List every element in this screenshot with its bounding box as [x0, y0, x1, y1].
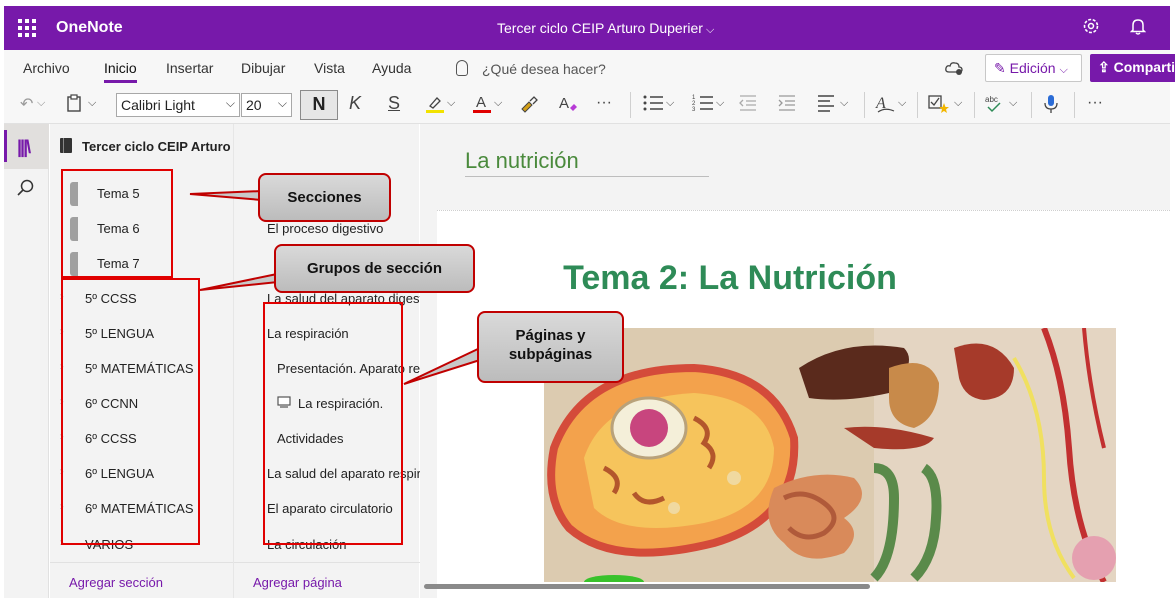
notebooks-rail-button[interactable]: |||\ — [4, 124, 49, 169]
bullet-list-icon[interactable] — [642, 94, 664, 117]
toolbar-divider — [864, 92, 865, 118]
app-launcher-icon[interactable] — [18, 19, 36, 37]
toolbar-divider — [974, 92, 975, 118]
horizontal-scrollbar[interactable] — [424, 584, 870, 589]
dictate-microphone-icon[interactable] — [1043, 94, 1059, 119]
svg-text:3: 3 — [692, 107, 696, 112]
sections-highlight-box — [61, 169, 173, 278]
spelling-check-icon[interactable]: abc — [984, 94, 1006, 119]
tab-vista[interactable]: Vista — [314, 60, 345, 76]
sections-callout: Secciones — [258, 173, 391, 222]
format-painter-icon[interactable] — [519, 94, 539, 119]
editing-mode-label: Edición — [1009, 60, 1056, 76]
font-size-value: 20 — [246, 97, 262, 113]
font-color-icon[interactable]: A — [471, 94, 493, 119]
share-button[interactable]: ⇪ Compartir — [1090, 54, 1175, 82]
styles-chevron-icon[interactable]: ⌵ — [898, 97, 906, 110]
slide-heading: Tema 2: La Nutrición — [563, 259, 897, 297]
svg-text:A: A — [559, 95, 569, 112]
bullet-list-chevron-icon[interactable]: ⌵ — [666, 97, 674, 110]
title-underline — [465, 176, 709, 177]
ribbon-tabs: Archivo Inicio Insertar Dibujar Vista Ay… — [4, 50, 1175, 86]
editing-mode-button[interactable]: ✎ Edición ⌵ — [985, 54, 1082, 82]
share-icon: ⇪ — [1098, 59, 1110, 75]
spelling-chevron-icon[interactable]: ⌵ — [1009, 97, 1017, 110]
svg-text:abc: abc — [985, 95, 998, 104]
note-canvas[interactable]: Tema 2: La Nutrición — [437, 210, 1170, 598]
svg-text:A: A — [476, 94, 486, 111]
font-color-dropdown-chevron-icon[interactable]: ⌵ — [494, 97, 502, 110]
active-indicator — [4, 130, 7, 162]
numbered-list-chevron-icon[interactable]: ⌵ — [716, 97, 724, 110]
tags-icon[interactable] — [928, 94, 950, 119]
digestive-system-illustration — [544, 328, 1116, 582]
chevron-down-icon: ⌵ — [705, 24, 715, 36]
notifications-bell-icon[interactable] — [1129, 17, 1147, 40]
paste-dropdown-chevron-icon[interactable]: ⌵ — [88, 97, 96, 110]
pages-highlight-box — [263, 302, 403, 545]
numbered-list-icon[interactable]: 123 — [692, 94, 714, 117]
search-icon[interactable] — [17, 179, 35, 202]
clear-formatting-icon[interactable]: A — [557, 94, 579, 119]
font-family-select[interactable]: Calibri Light ⌵ — [116, 93, 240, 117]
more-options-icon[interactable]: ··· — [596, 94, 612, 112]
tags-chevron-icon[interactable]: ⌵ — [954, 97, 962, 110]
section-groups-callout: Grupos de sección — [274, 244, 475, 293]
tab-inicio[interactable]: Inicio — [104, 60, 137, 83]
document-title-text: Tercer ciclo CEIP Arturo Duperier — [497, 20, 703, 36]
settings-gear-icon[interactable] — [1082, 17, 1100, 40]
tell-me-search[interactable]: ¿Qué desea hacer? — [482, 61, 606, 77]
notebook-icon — [60, 138, 72, 153]
app-name[interactable]: OneNote — [56, 19, 123, 37]
pencil-icon: ✎ — [994, 60, 1006, 76]
sync-cloud-icon[interactable] — [944, 60, 964, 81]
italic-button[interactable]: K — [349, 93, 361, 114]
highlight-dropdown-chevron-icon[interactable]: ⌵ — [447, 97, 455, 110]
decrease-indent-icon[interactable] — [738, 94, 758, 117]
tab-insertar[interactable]: Insertar — [166, 60, 213, 76]
undo-dropdown-chevron-icon[interactable]: ⌵ — [37, 97, 45, 110]
page-label: El proceso digestivo — [267, 221, 384, 236]
styles-icon[interactable]: A — [874, 94, 896, 119]
highlight-color-icon[interactable] — [424, 94, 446, 119]
toolbar-divider — [917, 92, 918, 118]
font-family-value: Calibri Light — [121, 97, 195, 113]
tab-dibujar[interactable]: Dibujar — [241, 60, 285, 76]
lightbulb-icon — [456, 60, 468, 76]
toolbar-divider — [1074, 92, 1075, 118]
pages-callout: Páginas y subpáginas — [477, 311, 624, 383]
tab-ayuda[interactable]: Ayuda — [372, 60, 411, 76]
chevron-down-icon: ⌵ — [225, 96, 235, 110]
navigation-rail: |||\ — [4, 124, 49, 598]
tab-archivo[interactable]: Archivo — [23, 60, 70, 76]
chevron-down-icon: ⌵ — [1059, 64, 1068, 76]
toolbar-divider — [1031, 92, 1032, 118]
notebooks-icon: |||\ — [17, 137, 31, 157]
paragraph-alignment-icon[interactable] — [816, 94, 836, 117]
overflow-more-icon[interactable]: ··· — [1087, 94, 1103, 112]
toolbar-divider — [630, 92, 631, 118]
chevron-down-icon: ⌵ — [277, 96, 287, 110]
title-bar: OneNote Tercer ciclo CEIP Arturo Duperie… — [4, 6, 1170, 50]
share-label: Compartir — [1113, 59, 1175, 75]
formatting-toolbar: ↶ ⌵ ⌵ Calibri Light ⌵ 20 ⌵ N K S ⌵ A ⌵ A ·… — [4, 86, 1170, 124]
add-section-button[interactable]: Agregar sección — [50, 562, 233, 598]
undo-icon[interactable]: ↶ — [20, 94, 33, 114]
section-groups-highlight-box — [61, 278, 200, 545]
add-page-button[interactable]: Agregar página — [234, 562, 420, 598]
bold-button[interactable]: N — [300, 90, 338, 120]
document-title[interactable]: Tercer ciclo CEIP Arturo Duperier ⌵ — [497, 20, 714, 37]
clipboard-paste-icon[interactable] — [66, 94, 82, 117]
alignment-chevron-icon[interactable]: ⌵ — [840, 97, 848, 110]
underline-button[interactable]: S — [388, 93, 400, 114]
font-size-select[interactable]: 20 ⌵ — [241, 93, 292, 117]
page-title[interactable]: La nutrición — [465, 148, 579, 174]
increase-indent-icon[interactable] — [777, 94, 797, 117]
